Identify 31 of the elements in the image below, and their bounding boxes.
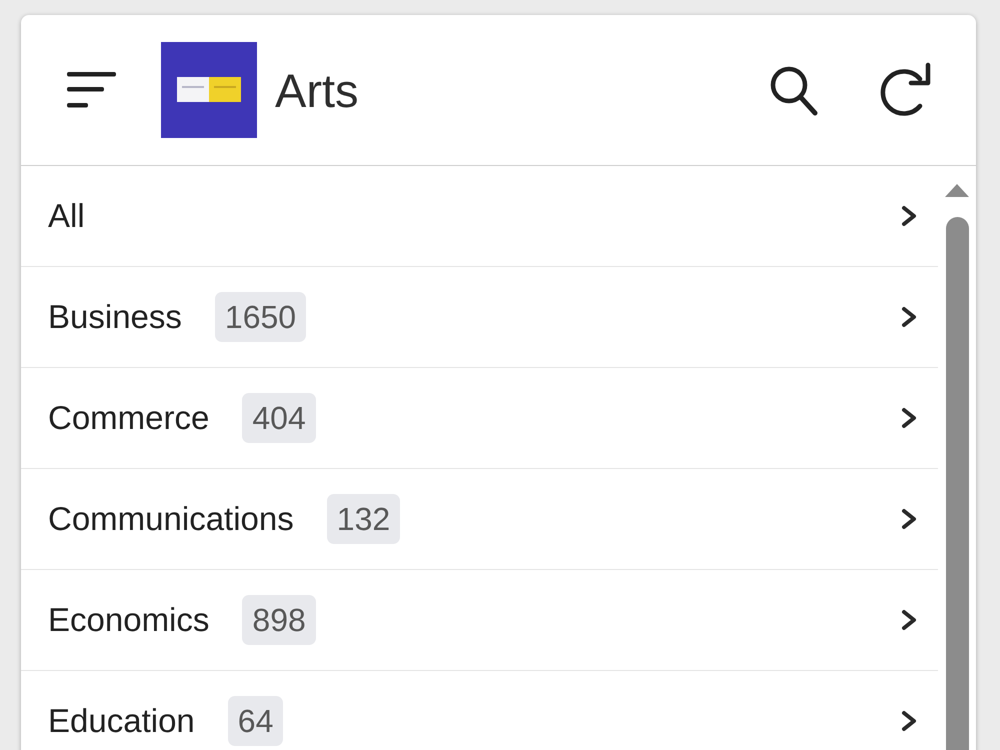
chevron-right-icon [901,609,917,631]
search-button[interactable] [768,64,818,116]
category-name: Education [48,702,195,740]
logo-icon [161,42,257,138]
category-name: Communications [48,500,294,538]
category-name: Economics [48,601,210,639]
chevron-right-icon [901,407,917,429]
page-title: Arts [275,62,359,118]
chevron-right-icon [901,508,917,530]
scroll-up-arrow-icon[interactable] [945,183,969,197]
count-badge: 132 [326,494,400,544]
chevron-right-icon [901,205,917,227]
category-name: All [48,197,85,235]
menu-icon [67,72,117,108]
count-badge: 404 [242,393,316,443]
count-badge: 898 [242,595,316,645]
category-item[interactable]: Commerce 404 [21,368,938,469]
search-icon [768,64,818,116]
chevron-right-icon [901,306,917,328]
category-item[interactable]: Business 1650 [21,267,938,368]
chevron-right-icon [901,710,917,732]
category-item[interactable]: Communications 132 [21,469,938,570]
count-badge: 64 [228,696,284,746]
count-badge: 1650 [214,292,306,342]
category-name: Commerce [48,399,210,437]
menu-button[interactable] [67,72,117,108]
category-item[interactable]: All [21,166,938,267]
category-name: Business [48,298,182,336]
category-item[interactable]: Economics 898 [21,570,938,671]
scrollbar-thumb[interactable] [946,217,968,750]
category-item[interactable]: Education 64 [21,671,938,750]
